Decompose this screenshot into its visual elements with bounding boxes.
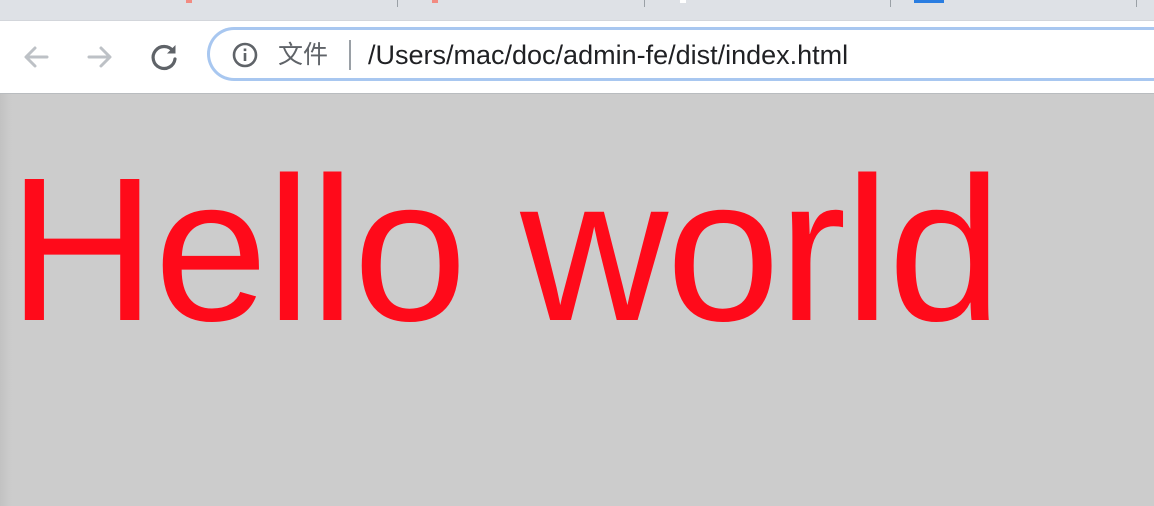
tab-separator xyxy=(644,0,645,7)
tab-separator xyxy=(397,0,398,7)
address-bar-divider xyxy=(349,40,351,70)
forward-button[interactable] xyxy=(80,37,120,77)
back-button[interactable] xyxy=(16,37,56,77)
active-tab-favicon xyxy=(914,0,944,3)
tab-favicon-fragment xyxy=(186,0,192,3)
tab-favicon-fragment xyxy=(432,0,438,3)
arrow-left-icon xyxy=(24,46,49,68)
info-icon[interactable] xyxy=(232,42,258,68)
hello-heading: Hello world xyxy=(8,135,1002,364)
tab-strip xyxy=(0,0,1154,21)
tab-favicon-fragment xyxy=(680,0,686,3)
tab-separator xyxy=(890,0,891,7)
reload-icon xyxy=(151,44,177,71)
url-text[interactable]: /Users/mac/doc/admin-fe/dist/index.html xyxy=(368,38,848,72)
tab-separator xyxy=(1136,0,1137,7)
page-viewport: Hello world xyxy=(0,94,1154,506)
arrow-right-icon xyxy=(87,46,112,68)
url-scheme-label: 文件 xyxy=(278,40,329,69)
browser-toolbar: 文件 /Users/mac/doc/admin-fe/dist/index.ht… xyxy=(0,21,1154,94)
address-bar[interactable]: 文件 /Users/mac/doc/admin-fe/dist/index.ht… xyxy=(207,27,1154,81)
reload-button[interactable] xyxy=(144,37,184,77)
